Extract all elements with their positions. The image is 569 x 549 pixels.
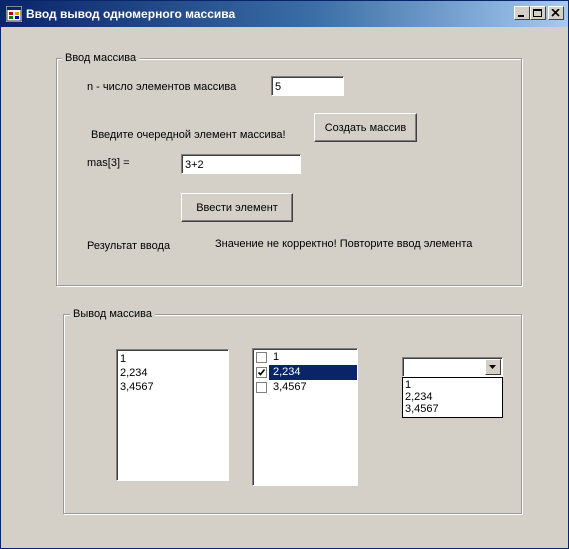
checked-list-item[interactable]: 1 [253,350,357,365]
main-window: Ввод вывод одномерного массива Ввод масс… [0,0,569,549]
windows-form-icon[interactable] [6,6,22,22]
close-button[interactable] [548,6,564,20]
close-icon [551,9,560,17]
checked-list-item-label: 3,4567 [273,381,307,393]
window-title: Ввод вывод одномерного массива [26,7,236,21]
chevron-down-icon [489,365,496,369]
prompt-label: Введите очередной элемент массива! [91,129,286,141]
combo-item[interactable]: 2,234 [403,391,502,403]
checked-list-item[interactable]: 3,4567 [253,380,357,395]
combo-item[interactable]: 1 [403,379,502,391]
element-label: mas[3] = [87,157,130,169]
combo-dropdown-button[interactable] [485,359,501,375]
array-combobox[interactable] [402,357,503,377]
enter-element-button[interactable]: Ввести элемент [181,193,293,222]
checked-list-item-selected[interactable]: 2,234 [253,365,357,380]
checkbox[interactable] [256,382,267,393]
list-item[interactable]: 1 [117,352,228,366]
minimize-button[interactable] [514,6,530,20]
create-array-button[interactable]: Создать массив [314,113,417,142]
maximize-button[interactable] [530,6,546,20]
element-input[interactable] [181,154,301,174]
combo-dropdown-list[interactable]: 1 2,234 3,4567 [402,377,503,418]
list-item[interactable]: 2,234 [117,366,228,380]
n-input[interactable] [271,76,344,96]
result-label: Результат ввода [87,240,171,252]
output-group-legend: Вывод массива [70,308,155,320]
checkbox-checked[interactable] [256,367,267,378]
array-listbox[interactable]: 1 2,234 3,4567 [116,349,229,481]
maximize-icon [533,9,542,17]
input-group-legend: Ввод массива [62,52,140,64]
checkbox[interactable] [256,352,267,363]
checked-list-item-label: 1 [273,351,280,363]
array-checked-listbox[interactable]: 1 2,234 3,4567 [252,348,358,486]
n-label: n - число элементов массива [87,81,237,93]
combo-item[interactable]: 3,4567 [403,403,502,415]
minimize-icon [518,15,524,17]
checked-list-item-label: 2,234 [269,365,357,380]
title-bar[interactable]: Ввод вывод одномерного массива [1,1,568,27]
list-item[interactable]: 3,4567 [117,380,228,394]
result-message: Значение не корректно! Повторите ввод эл… [215,238,473,250]
checkmark-icon [257,369,266,376]
